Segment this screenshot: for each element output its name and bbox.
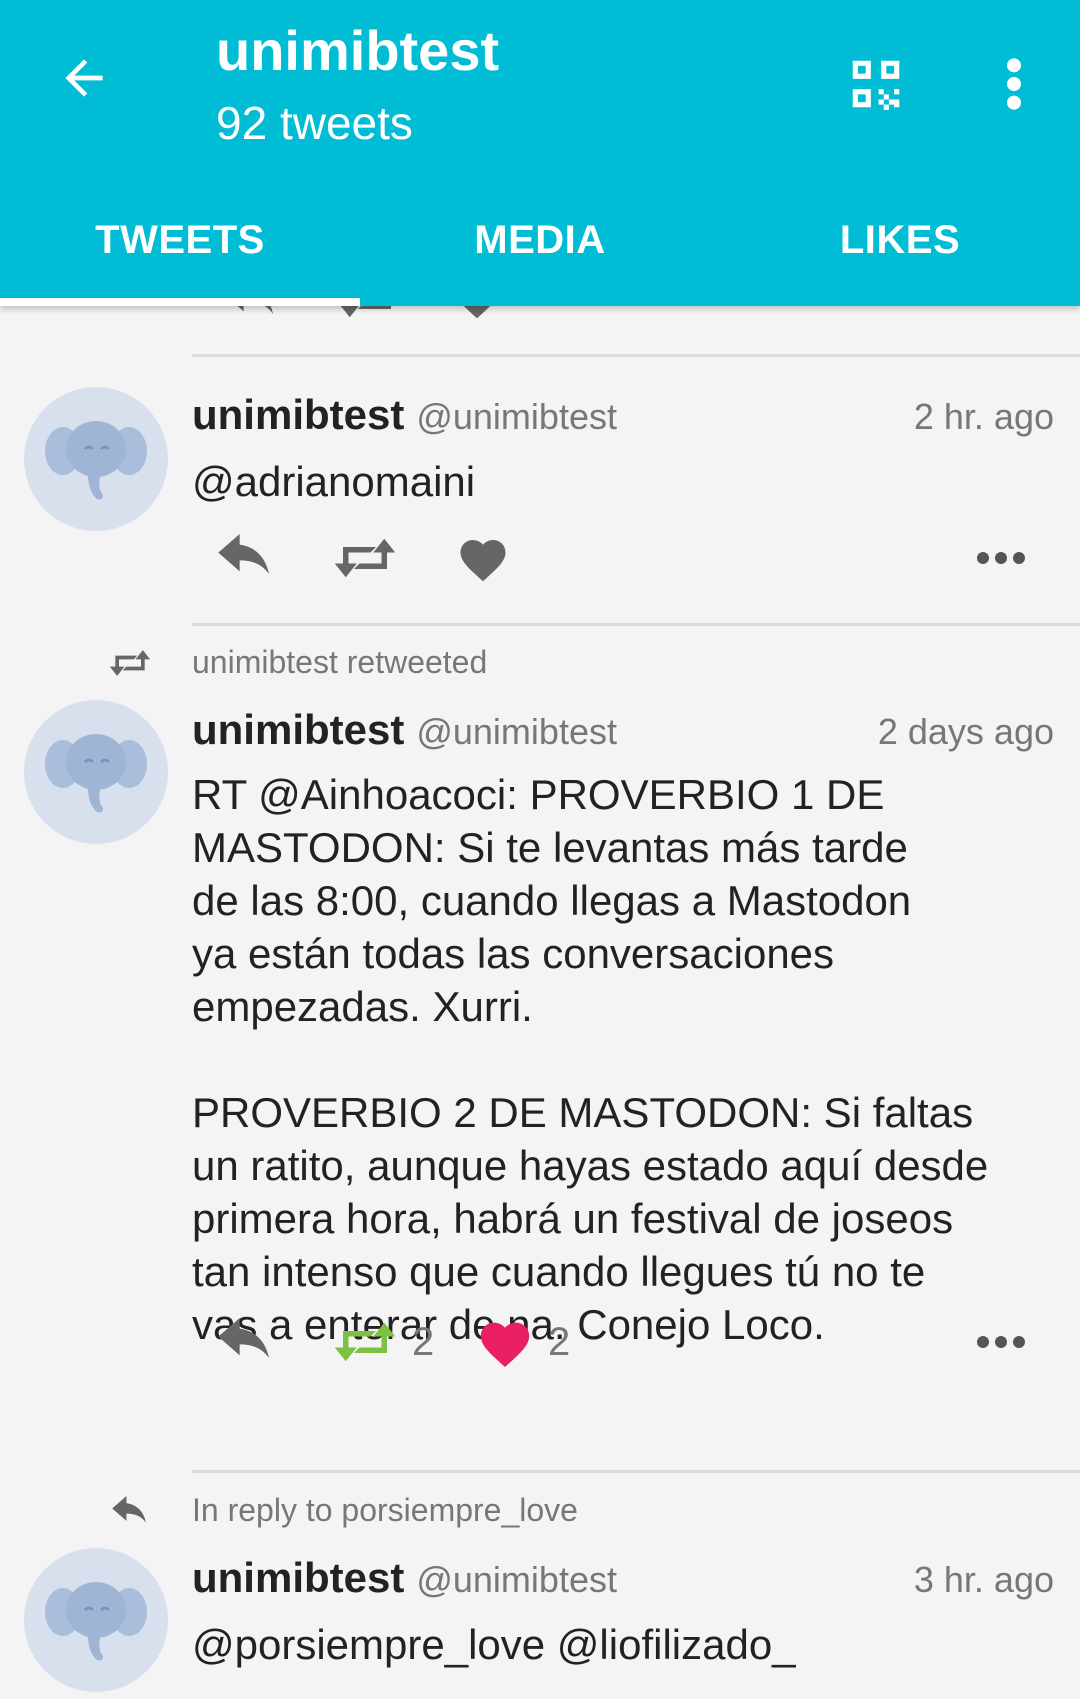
retweet-count: 2 [412,1319,435,1364]
display-name[interactable]: unimibtest [192,706,404,754]
in-reply-to-text[interactable]: In reply to porsiempre_love [192,1492,578,1529]
reply-status-line: In reply to porsiempre_love [0,1492,1080,1536]
tweet-header: unimibtest @unimibtest 2 hr. ago [192,391,1054,439]
profile-tabs: TWEETS MEDIA LIKES [0,200,1080,306]
tab-tweets[interactable]: TWEETS [0,200,360,306]
avatar[interactable] [24,700,168,844]
tab-likes[interactable]: LIKES [720,200,1080,306]
user-handle: @unimibtest [416,711,617,752]
tweet-header: unimibtest @unimibtest 2 days ago [192,706,1054,754]
tweet-actions [192,523,1054,593]
heart-icon [480,1322,530,1368]
retweet-status-line: unimibtest retweeted [0,644,1080,688]
display-name[interactable]: unimibtest [192,1554,404,1602]
avatar[interactable] [24,387,168,531]
reply-icon [112,1496,146,1523]
overflow-menu-button[interactable] [990,44,1038,124]
tweet-item[interactable]: unimibtest @unimibtest 2 days ago RT @Ai… [0,688,1080,1398]
tweet-content: @adrianomaini [192,458,476,505]
tab-tweets-label: TWEETS [95,218,265,262]
tweet-content: RT @Ainhoacoci: PROVERBIO 1 DE MASTODON:… [192,771,989,1348]
tweet-content: @porsiempre_love @liofilizado_ [192,1621,796,1668]
reply-button[interactable] [212,523,278,593]
reply-icon [218,534,269,574]
tab-media[interactable]: MEDIA [360,200,720,306]
elephant-avatar-icon [45,734,147,813]
retweet-icon [334,1322,396,1362]
tab-indicator [0,298,360,306]
tweet-actions: 2 2 [192,1307,1054,1377]
tweet-item[interactable]: unimibtest @unimibtest 2 hr. ago @adrian… [0,357,1080,597]
tweet-header: unimibtest @unimibtest 3 hr. ago [192,1554,1054,1602]
tab-likes-label: LIKES [839,218,961,262]
heart-icon [460,540,506,582]
heart-icon [463,306,491,319]
tweet-item[interactable]: unimibtest @unimibtest 3 hr. ago @porsie… [0,1536,1080,1699]
divider [192,623,1080,626]
more-options-button[interactable] [976,1307,1026,1377]
timestamp: 3 hr. ago [913,1559,1054,1600]
timestamp: 2 hr. ago [913,396,1054,437]
previous-tweet-actions [192,306,592,326]
divider [192,1470,1080,1473]
more-horizontal-icon [977,1336,1025,1348]
page-title: unimibtest [216,19,500,82]
user-handle: @unimibtest [416,1559,617,1600]
timestamp: 2 days ago [877,711,1054,752]
reply-icon [237,306,273,314]
arrow-left-icon [65,59,103,97]
retweeted-by-text: unimibtest retweeted [192,644,488,680]
like-button[interactable]: 2 [476,1307,570,1377]
reply-button[interactable] [212,1307,278,1377]
app-bar: unimibtest 92 tweets TWEETS MEDIA LIKES [0,0,1080,306]
elephant-avatar-icon [45,421,147,500]
more-options-button[interactable] [976,523,1026,593]
retweet-icon [340,306,391,318]
retweet-button[interactable]: 2 [332,1307,434,1377]
reply-icon [218,1318,269,1358]
retweet-icon [334,538,396,578]
more-vertical-icon [1007,58,1021,110]
more-horizontal-icon [977,552,1025,564]
back-button[interactable] [48,40,120,116]
retweet-icon [109,650,151,676]
like-count: 2 [548,1319,571,1364]
user-handle: @unimibtest [416,396,617,437]
avatar[interactable] [24,1548,168,1692]
display-name[interactable]: unimibtest [192,391,404,439]
like-button[interactable] [456,523,510,593]
retweet-button[interactable] [332,523,398,593]
tab-media-label: MEDIA [474,218,606,262]
elephant-avatar-icon [45,1582,147,1661]
qr-code-icon [852,60,900,110]
tweet-feed[interactable]: unimibtest @unimibtest 2 hr. ago @adrian… [0,306,1080,1699]
qr-code-button[interactable] [836,44,916,124]
tweet-count: 92 tweets [216,97,413,149]
